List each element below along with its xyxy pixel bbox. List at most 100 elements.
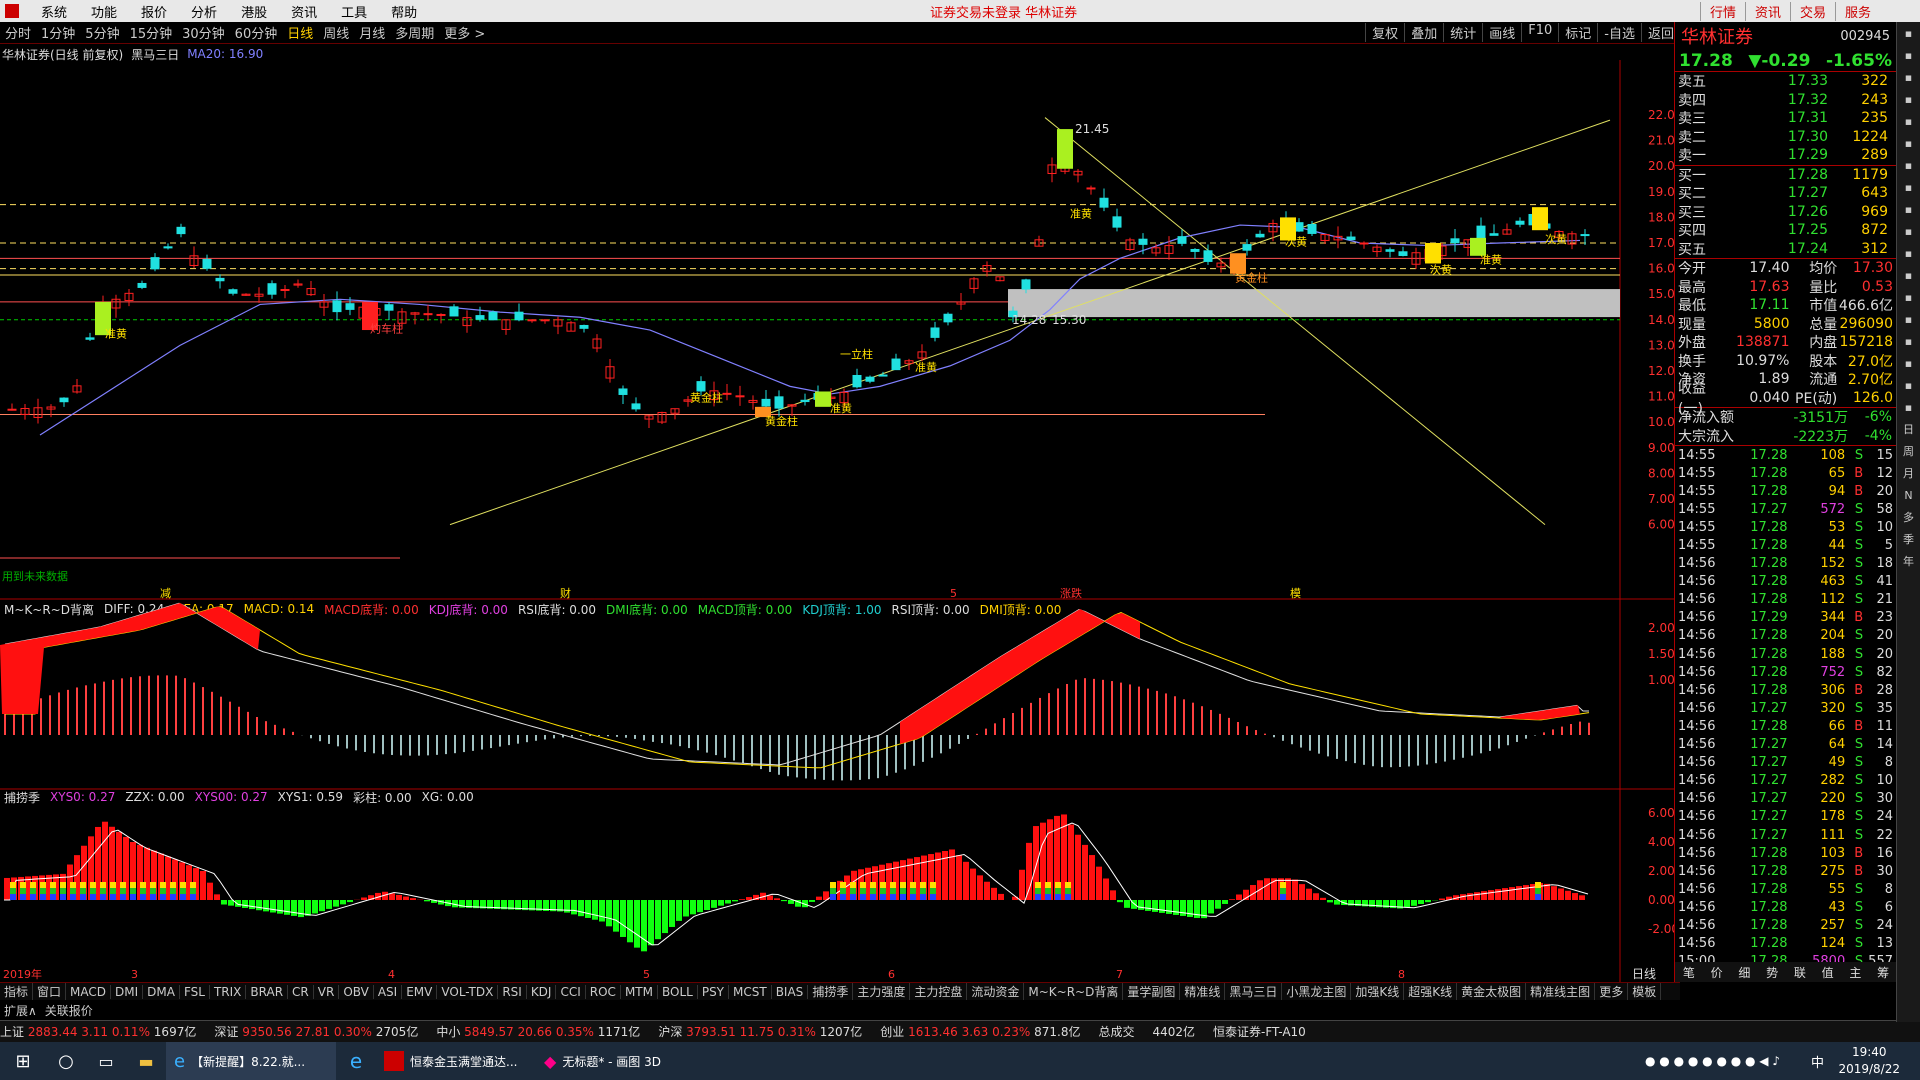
candle[interactable] [280,285,290,299]
period-5[interactable]: 60分钟 [230,23,283,42]
tool-3[interactable]: 画线 [1482,23,1521,42]
candle[interactable] [1294,218,1304,232]
candle[interactable] [618,385,628,404]
candle[interactable] [1047,157,1057,183]
sidebar-tool-icon[interactable]: ▪ [1897,44,1920,66]
candle[interactable] [462,310,472,333]
sidebar-tool-icon[interactable]: ▪ [1897,286,1920,308]
candle[interactable] [735,385,745,406]
related-quote-button[interactable]: 关联报价 [41,1002,97,1019]
period-2[interactable]: 5分钟 [80,23,124,42]
candle[interactable] [137,280,147,290]
panel-tab-4[interactable]: 联 [1794,964,1806,981]
candle[interactable] [293,279,303,288]
sidebar-tool-icon[interactable]: ▪ [1897,396,1920,418]
sidebar-tool-icon[interactable]: ▪ [1897,176,1920,198]
sidebar-tool-icon[interactable]: ▪ [1897,374,1920,396]
sidebar-tool-icon[interactable]: ▪ [1897,308,1920,330]
candle[interactable] [553,316,563,335]
clock[interactable]: 19:40 2019/8/22 [1838,1044,1900,1078]
candle[interactable] [202,254,212,271]
sidebar-tool-icon[interactable]: ▪ [1897,132,1920,154]
sidebar-0[interactable]: 日 [1897,418,1920,440]
candle[interactable] [995,276,1005,282]
menu-analysis[interactable]: 分析 [179,2,229,21]
candle[interactable] [1164,236,1174,260]
sidebar-2[interactable]: 月 [1897,462,1920,484]
task-ie[interactable]: e 【新提醒】8.22.就... [166,1042,336,1080]
candle[interactable] [891,353,901,371]
indicator1-chart[interactable]: 2.00 1.50 1.00 [0,600,1680,790]
candle[interactable] [1333,226,1343,249]
candle[interactable] [1268,219,1278,242]
candle[interactable] [657,411,667,424]
tab-31[interactable]: 小黑龙主图 [1282,983,1352,1000]
candle[interactable] [267,280,277,299]
candle[interactable] [1151,244,1161,257]
tab-19[interactable]: BOLL [658,984,698,999]
period-7[interactable]: 周线 [318,23,354,42]
candle[interactable] [1450,228,1460,252]
panel-tab-7[interactable]: 筹 [1877,964,1889,981]
candle[interactable] [306,280,316,296]
sidebar-tool-icon[interactable]: ▪ [1897,66,1920,88]
candle[interactable] [670,408,680,420]
candle[interactable] [1515,217,1525,228]
candle[interactable] [1359,241,1369,249]
btn-service[interactable]: 服务 [1834,1,1880,21]
menu-tools[interactable]: 工具 [329,2,379,21]
candle[interactable] [319,294,329,316]
candle[interactable] [1502,223,1512,235]
tab-0[interactable]: 指标 [0,983,34,1000]
panel-tab-6[interactable]: 主 [1849,964,1861,981]
tab-22[interactable]: BIAS [772,984,809,999]
candle[interactable] [969,277,979,294]
candle[interactable] [1242,239,1252,256]
tab-20[interactable]: PSY [698,984,730,999]
candle[interactable] [423,304,433,321]
tab-13[interactable]: VOL-TDX [437,984,499,999]
btn-market[interactable]: 行情 [1699,1,1745,21]
tab-16[interactable]: CCI [556,984,586,999]
candle[interactable] [384,302,394,320]
tab-11[interactable]: ASI [374,984,403,999]
candle[interactable] [254,287,264,303]
tab-10[interactable]: OBV [339,984,374,999]
period-8[interactable]: 月线 [354,23,390,42]
tab-1[interactable]: 窗口 [33,983,67,1000]
tool-5[interactable]: 标记 [1558,23,1597,42]
candle[interactable] [332,291,342,321]
candle[interactable] [1073,168,1083,183]
tab-37[interactable]: 模板 [1628,983,1662,1000]
candle[interactable] [72,378,82,394]
menu-news[interactable]: 资讯 [279,2,329,21]
candle[interactable] [449,304,459,317]
menu-function[interactable]: 功能 [79,2,129,21]
period-9[interactable]: 多周期 [390,23,439,42]
candle[interactable] [176,223,186,238]
candle[interactable] [1398,246,1408,257]
candle[interactable] [527,319,537,323]
candle[interactable] [865,375,875,384]
tab-3[interactable]: DMI [111,984,144,999]
period-10[interactable]: 更多 > [439,23,490,42]
ime-indicator[interactable]: 中 [1811,1052,1824,1071]
tab-18[interactable]: MTM [621,984,658,999]
candle[interactable] [163,243,173,250]
tab-8[interactable]: CR [288,984,314,999]
candle[interactable] [189,246,199,268]
candle[interactable] [7,403,17,411]
tab-7[interactable]: BRAR [246,984,289,999]
tool-6[interactable]: -自选 [1597,23,1641,42]
search-icon[interactable]: ○ [46,1051,86,1072]
tab-36[interactable]: 更多 [1595,983,1629,1000]
candle[interactable] [475,306,485,322]
sidebar-1[interactable]: 周 [1897,440,1920,462]
sidebar-tool-icon[interactable]: ▪ [1897,330,1920,352]
candle[interactable] [85,332,95,342]
candle[interactable] [930,321,940,342]
candle[interactable] [605,358,615,383]
tab-6[interactable]: TRIX [210,984,247,999]
period-6[interactable]: 日线 [282,23,318,42]
tab-30[interactable]: 黑马三日 [1225,983,1283,1000]
